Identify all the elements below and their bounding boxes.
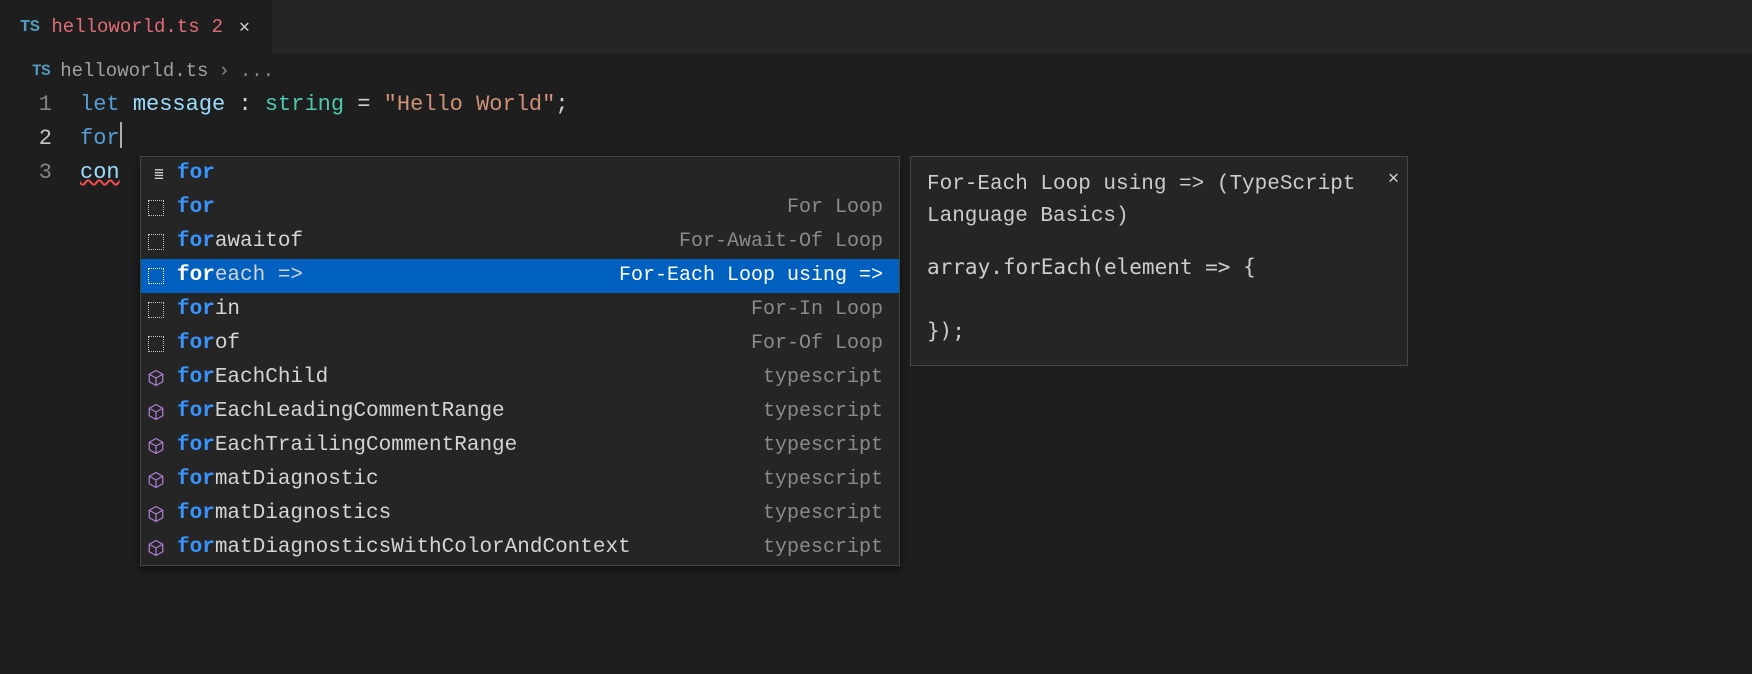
typescript-file-icon: TS <box>32 62 50 80</box>
suggestion-item[interactable]: forin For-In Loop <box>141 293 899 327</box>
text-cursor <box>120 122 122 148</box>
editor[interactable]: 1 2 3 let message : string = "Hello Worl… <box>0 88 1752 190</box>
suggestion-item[interactable]: forEachTrailingCommentRange typescript <box>141 429 899 463</box>
tab-problem-count: 2 <box>212 16 223 38</box>
suggestion-item[interactable]: forof For-Of Loop <box>141 327 899 361</box>
suggestion-item[interactable]: ≣ for <box>141 157 899 191</box>
suggestion-item[interactable]: forEachLeadingCommentRange typescript <box>141 395 899 429</box>
suggestion-details-header: For-Each Loop using => (TypeScript Langu… <box>927 169 1393 233</box>
suggestion-item[interactable]: foreach => For-Each Loop using => <box>141 259 899 293</box>
line-number: 3 <box>0 156 52 190</box>
line-number: 2 <box>0 122 52 156</box>
typescript-file-icon: TS <box>20 18 39 37</box>
suggestion-item[interactable]: formatDiagnosticsWithColorAndContext typ… <box>141 531 899 565</box>
suggestion-item[interactable]: formatDiagnostic typescript <box>141 463 899 497</box>
tab-filename: helloworld.ts <box>51 16 199 38</box>
snippet-icon <box>145 231 167 253</box>
module-icon <box>145 435 167 457</box>
suggestion-item[interactable]: forEachChild typescript <box>141 361 899 395</box>
module-icon <box>145 401 167 423</box>
suggestion-details: ✕ For-Each Loop using => (TypeScript Lan… <box>910 156 1408 366</box>
suggestion-item[interactable]: forawaitof For-Await-Of Loop <box>141 225 899 259</box>
module-icon <box>145 367 167 389</box>
snippet-icon <box>145 333 167 355</box>
code-area[interactable]: let message : string = "Hello World"; fo… <box>80 88 1752 190</box>
module-icon <box>145 469 167 491</box>
suggestion-widget[interactable]: ≣ for for For Loop forawaitof For-Await-… <box>140 156 900 566</box>
breadcrumb-filename: helloworld.ts <box>60 60 208 82</box>
keyword-icon: ≣ <box>145 163 167 185</box>
module-icon <box>145 537 167 559</box>
close-icon[interactable]: ✕ <box>235 16 254 38</box>
snippet-icon <box>145 197 167 219</box>
close-icon[interactable]: ✕ <box>1388 163 1399 195</box>
line-number: 1 <box>0 88 52 122</box>
suggestion-item[interactable]: for For Loop <box>141 191 899 225</box>
breadcrumb-ellipsis[interactable]: ... <box>240 60 274 82</box>
snippet-icon <box>145 265 167 287</box>
tab-bar: TS helloworld.ts 2 ✕ <box>0 0 1752 54</box>
breadcrumb[interactable]: TS helloworld.ts › ... <box>0 54 1752 88</box>
module-icon <box>145 503 167 525</box>
chevron-right-icon: › <box>218 60 229 82</box>
code-line[interactable]: for <box>80 122 1752 156</box>
tab-helloworld[interactable]: TS helloworld.ts 2 ✕ <box>0 0 273 54</box>
snippet-icon <box>145 299 167 321</box>
line-number-gutter: 1 2 3 <box>0 88 80 190</box>
code-line[interactable]: let message : string = "Hello World"; <box>80 88 1752 122</box>
suggestion-item[interactable]: formatDiagnostics typescript <box>141 497 899 531</box>
suggestion-details-code: array.forEach(element => { }); <box>927 251 1393 347</box>
